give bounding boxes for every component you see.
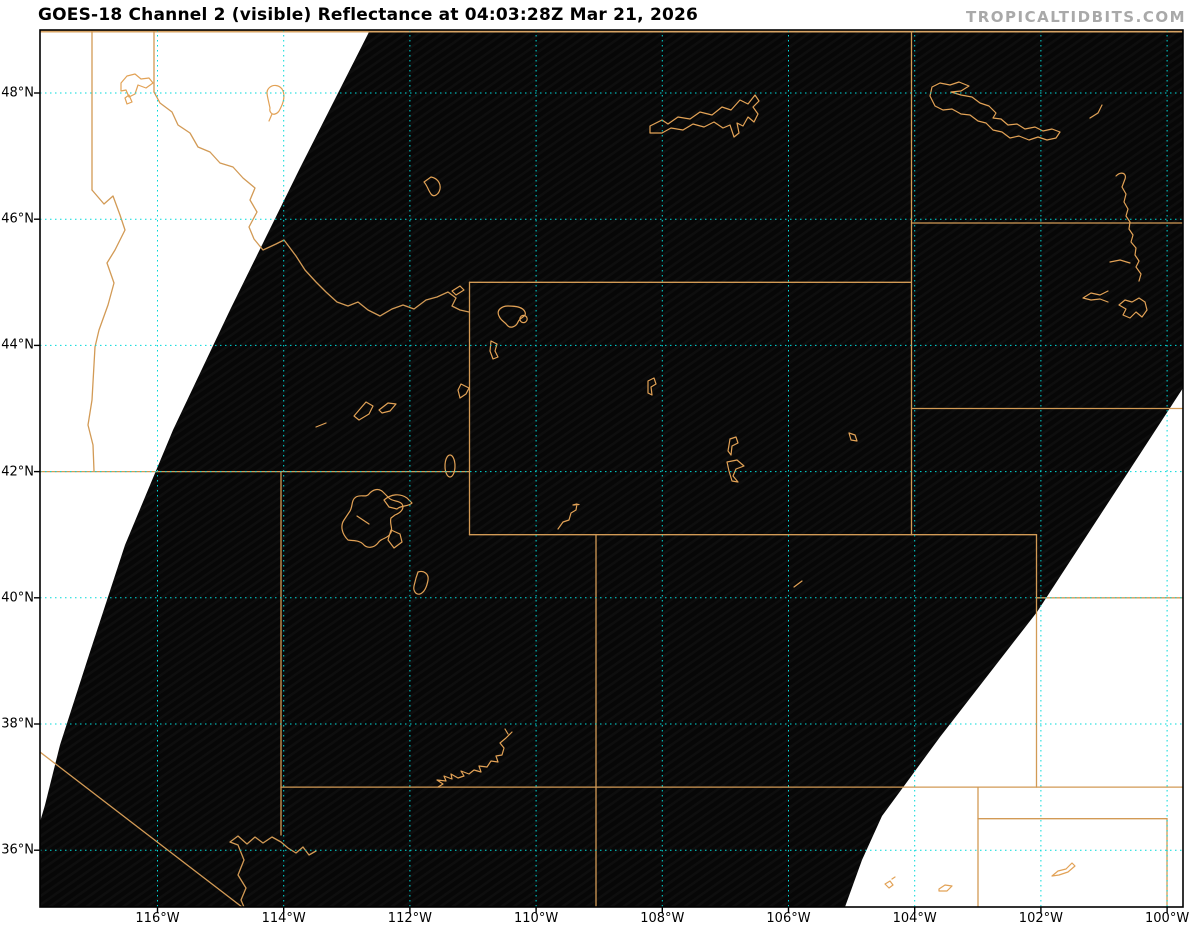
lon-tick-label: 110°W: [514, 911, 559, 926]
lon-tick-label: 104°W: [892, 911, 937, 926]
lat-tick-label: 36°N: [1, 842, 34, 858]
lat-tick-label: 48°N: [1, 85, 34, 101]
lon-tick-label: 102°W: [1018, 911, 1063, 926]
lon-tick-label: 108°W: [640, 911, 685, 926]
satellite-map: 116°W 114°W 112°W 110°W 108°W 106°W 104°W 102°W…: [0, 0, 1200, 929]
lat-tick-label: 44°N: [1, 337, 34, 353]
lat-tick-label: 38°N: [1, 716, 34, 732]
lat-tick-label: 46°N: [1, 211, 34, 227]
lon-tick-label: 106°W: [766, 911, 811, 926]
lat-tick-label: 40°N: [1, 590, 34, 606]
lon-tick-label: 100°W: [1145, 911, 1190, 926]
lat-tick-label: 42°N: [1, 464, 34, 480]
map-canvas: [34, 29, 1184, 913]
satellite-viewer-page: GOES-18 Channel 2 (visible) Reflectance …: [0, 0, 1200, 929]
lon-tick-label: 114°W: [261, 911, 306, 926]
lon-tick-label: 116°W: [135, 911, 180, 926]
lon-tick-label: 112°W: [387, 911, 432, 926]
